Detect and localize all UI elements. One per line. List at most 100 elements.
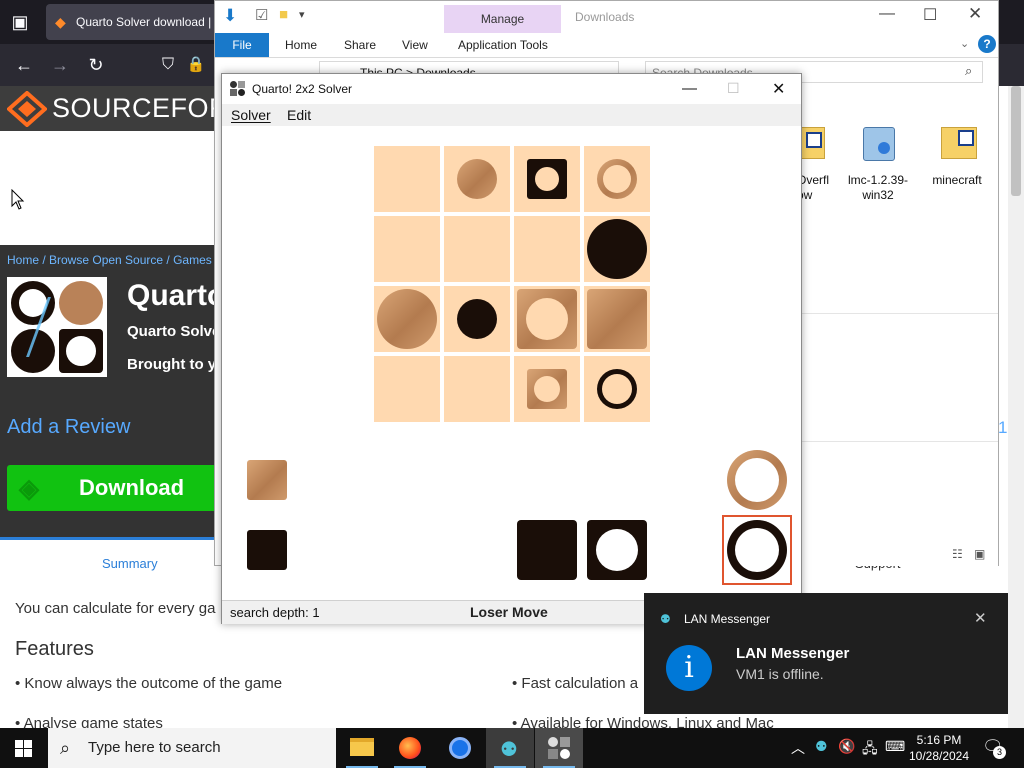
- minimize-icon[interactable]: —: [682, 80, 697, 97]
- quarto-solver-window: Quarto! 2x2 Solver — ☐ ✕ Solver Edit sea…: [221, 73, 802, 624]
- show-hidden-icons-icon[interactable]: ︿: [791, 738, 805, 758]
- tab-summary[interactable]: Summary: [102, 556, 158, 571]
- board-cell[interactable]: [584, 356, 650, 422]
- divider: [801, 313, 998, 314]
- action-center-button[interactable]: 🗨 3: [982, 737, 1006, 759]
- quarto-taskbar-button[interactable]: [535, 728, 583, 768]
- tab-manage[interactable]: Manage: [444, 5, 561, 33]
- add-review-link[interactable]: Add a Review: [7, 416, 130, 439]
- tab-application-tools[interactable]: Application Tools: [458, 33, 548, 57]
- reload-icon[interactable]: ↻: [82, 44, 110, 86]
- board-cell[interactable]: [374, 356, 440, 422]
- download-button[interactable]: ◈ Download: [7, 465, 217, 511]
- available-piece-dark-square-small[interactable]: [247, 530, 287, 570]
- quarto-titlebar: Quarto! 2x2 Solver — ☐ ✕: [222, 74, 801, 104]
- ribbon-tabs: File Home Share View Application Tools ⌄…: [215, 33, 998, 58]
- taskbar-search-input[interactable]: ⌕ Type here to search: [48, 728, 336, 768]
- file-item[interactable]: lmc-1.2.39- win32: [843, 125, 913, 205]
- toast-close-icon[interactable]: ✕: [974, 609, 987, 627]
- available-piece-dark-square-tall[interactable]: [517, 520, 577, 580]
- available-piece-dark-round-hollow-tall[interactable]: [727, 520, 787, 580]
- file-list: Overfl ow lmc-1.2.39- win32 minecraft ☷ …: [797, 111, 998, 566]
- game-area: [222, 126, 801, 600]
- file-name: Overfl ow: [797, 173, 830, 202]
- board-cell[interactable]: [584, 286, 650, 352]
- new-folder-icon[interactable]: ■: [279, 6, 288, 23]
- board-cell[interactable]: [444, 356, 510, 422]
- keyboard-icon[interactable]: ⌨: [885, 738, 905, 755]
- tab-home[interactable]: Home: [285, 33, 317, 57]
- file-explorer-taskbar-button[interactable]: [338, 728, 386, 768]
- tab-file[interactable]: File: [215, 33, 269, 57]
- notification-toast[interactable]: ⚉ LAN Messenger ✕ i LAN Messenger VM1 is…: [644, 593, 1008, 714]
- board-cell[interactable]: [444, 286, 510, 352]
- info-icon: i: [666, 645, 712, 691]
- mouse-cursor-icon: [11, 189, 25, 210]
- details-view-icon[interactable]: ☷: [952, 547, 963, 561]
- menu-solver[interactable]: Solver: [231, 107, 271, 123]
- large-icons-view-icon[interactable]: ▣: [974, 547, 985, 561]
- board-cell[interactable]: [514, 356, 580, 422]
- piece-light-square-hollow-small: [527, 369, 567, 409]
- board-cell[interactable]: [514, 216, 580, 282]
- piece-light-square-tall: [587, 289, 647, 349]
- customize-toolbar-icon[interactable]: ▾: [299, 8, 305, 21]
- description-text: You can calculate for every ga: [15, 600, 216, 617]
- windows-start-icon[interactable]: [15, 740, 32, 757]
- maximize-icon[interactable]: ☐: [923, 5, 937, 25]
- lan-messenger-small-icon: ⚉: [660, 612, 671, 626]
- board-cell[interactable]: [374, 286, 440, 352]
- file-item[interactable]: minecraft: [917, 125, 997, 205]
- file-item[interactable]: Overfl ow: [797, 125, 831, 205]
- chrome-taskbar-button[interactable]: [436, 728, 484, 768]
- toast-app-name: LAN Messenger: [684, 612, 771, 626]
- ribbon-expand-icon[interactable]: ⌄: [960, 37, 969, 50]
- clock-time: 5:16 PM: [916, 733, 962, 747]
- properties-check-icon[interactable]: ☑: [255, 6, 268, 24]
- close-icon[interactable]: ✕: [772, 79, 785, 99]
- board-cell[interactable]: [584, 146, 650, 212]
- lock-icon[interactable]: 🔒: [182, 44, 210, 86]
- shield-icon[interactable]: ⛉: [154, 44, 182, 86]
- maximize-icon[interactable]: ☐: [727, 80, 740, 97]
- tab-share[interactable]: Share: [344, 33, 376, 57]
- piece-dark-round-hollow-small: [597, 369, 637, 409]
- search-icon: ⌕: [965, 63, 973, 78]
- board-cell[interactable]: [374, 146, 440, 212]
- forward-icon[interactable]: →: [46, 44, 74, 86]
- menu-edit[interactable]: Edit: [287, 107, 311, 123]
- board-cell[interactable]: [514, 146, 580, 212]
- folder-icon: [350, 738, 374, 756]
- feature-item: • Know always the outcome of the game: [15, 675, 283, 692]
- tray-lan-messenger-icon[interactable]: ⚉: [815, 738, 828, 755]
- network-icon[interactable]: 🖧: [862, 738, 878, 762]
- firefox-taskbar-button[interactable]: [386, 728, 434, 768]
- available-piece-dark-square-hollow-tall[interactable]: [587, 520, 647, 580]
- volume-muted-icon[interactable]: 🔇: [838, 738, 855, 755]
- browser-tab[interactable]: ◆ Quarto Solver download |: [46, 4, 226, 40]
- back-icon[interactable]: ←: [10, 44, 38, 86]
- lan-messenger-icon: ⚉: [500, 739, 518, 761]
- lan-messenger-taskbar-button[interactable]: ⚉: [486, 728, 534, 768]
- quick-access-down-arrow-icon[interactable]: ⬇: [223, 6, 237, 26]
- download-icon: ◈: [19, 473, 39, 503]
- board-cell[interactable]: [444, 216, 510, 282]
- breadcrumb[interactable]: Home / Browse Open Source / Games /: [7, 253, 218, 267]
- taskbar-clock[interactable]: 5:16 PM 10/28/2024: [904, 732, 974, 764]
- minimize-icon[interactable]: —: [879, 5, 895, 23]
- clock-date: 10/28/2024: [908, 749, 970, 763]
- selected-piece-frame[interactable]: [722, 515, 792, 585]
- window-title: Downloads: [575, 10, 635, 24]
- board-cell[interactable]: [374, 216, 440, 282]
- board-cell[interactable]: [444, 146, 510, 212]
- board-cell[interactable]: [514, 286, 580, 352]
- tab-view[interactable]: View: [402, 33, 428, 57]
- browser-scrollbar[interactable]: [1008, 86, 1024, 728]
- close-icon[interactable]: ✕: [968, 4, 982, 24]
- project-title: Quarto: [127, 279, 226, 312]
- available-piece-light-round-hollow-tall[interactable]: [727, 450, 787, 510]
- tab-list-icon[interactable]: ▣: [6, 4, 34, 40]
- board-cell[interactable]: [584, 216, 650, 282]
- help-icon[interactable]: ?: [978, 35, 996, 53]
- available-piece-light-square-small[interactable]: [247, 460, 287, 500]
